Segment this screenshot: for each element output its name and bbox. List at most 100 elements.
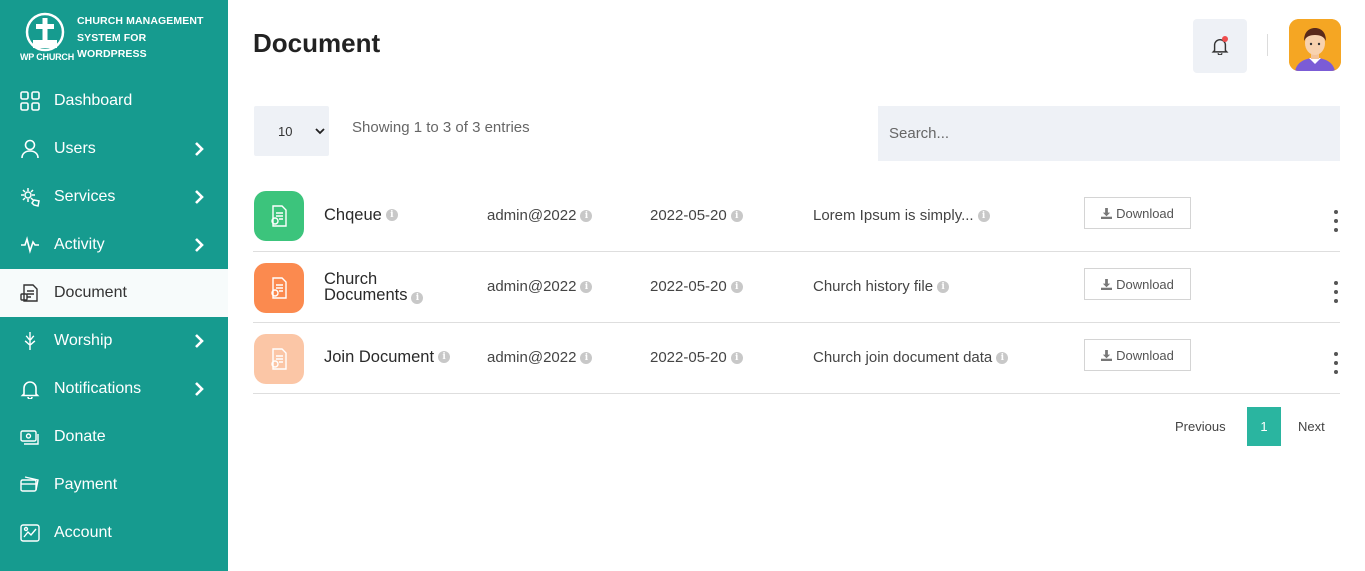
document-name: Chqeue <box>324 206 382 224</box>
document-date-cell: 2022-05-20 i <box>650 278 743 295</box>
document-date: 2022-05-20 <box>650 207 727 224</box>
notification-dot <box>1222 36 1228 42</box>
chevron-down-icon <box>315 128 325 135</box>
info-icon: i <box>411 292 424 304</box>
download-button[interactable]: Download <box>1084 197 1191 229</box>
sidebar: WP CHURCH CHURCH MANAGEMENT SYSTEM FOR W… <box>0 0 228 571</box>
document-date-cell: 2022-05-20 i <box>650 349 743 366</box>
document-date-cell: 2022-05-20 i <box>650 207 743 224</box>
pagination-page-1[interactable]: 1 <box>1247 407 1281 446</box>
document-name-cell: Join Document i <box>324 348 451 366</box>
document-user-cell: admin@2022 i <box>487 207 593 224</box>
sidebar-item-document[interactable]: Document <box>0 269 228 317</box>
info-icon: i <box>996 351 1009 364</box>
document-name: Church <box>324 270 378 288</box>
document-description-cell: Church history file i <box>813 278 950 295</box>
church-logo-icon: WP CHURCH <box>18 12 74 64</box>
document-name-cell: Church Documents i <box>324 270 424 304</box>
chevron-right-icon <box>195 334 204 348</box>
document-date: 2022-05-20 <box>650 278 727 295</box>
sidebar-item-donate[interactable]: Donate <box>0 413 228 461</box>
download-label: Download <box>1116 347 1174 363</box>
download-icon <box>1101 207 1113 219</box>
worship-icon <box>20 331 40 351</box>
sidebar-item-activity[interactable]: Activity <box>0 221 228 269</box>
document-user-cell: admin@2022 i <box>487 278 593 295</box>
payment-icon <box>20 475 40 495</box>
table-row: Chqeue i admin@2022 i 2022-05-20 i Lorem Ip… <box>253 180 1340 252</box>
documents-table: Chqeue i admin@2022 i 2022-05-20 i Lorem Ip… <box>253 180 1340 394</box>
document-name-cell: Chqeue i <box>324 207 398 223</box>
brand-title: CHURCH MANAGEMENT SYSTEM FOR WORDPRESS <box>77 15 204 60</box>
account-icon <box>20 523 40 543</box>
document-date: 2022-05-20 <box>650 349 727 366</box>
sidebar-item-users[interactable]: Users <box>0 125 228 173</box>
document-description-cell: Church join document data i <box>813 349 1009 366</box>
download-icon <box>1101 349 1113 361</box>
page-length-select[interactable]: 10 <box>254 106 329 156</box>
document-description: Lorem Ipsum is simply... <box>813 207 974 224</box>
entries-info: Showing 1 to 3 of 3 entries <box>352 119 530 136</box>
sidebar-item-label: Donate <box>54 428 106 445</box>
bell-icon <box>20 379 40 399</box>
sidebar-item-label: Activity <box>54 236 105 253</box>
info-icon: i <box>580 351 593 364</box>
app: WP CHURCH CHURCH MANAGEMENT SYSTEM FOR W… <box>0 0 1365 571</box>
header-divider <box>1267 34 1268 56</box>
document-name: Join Document <box>324 348 435 366</box>
chevron-right-icon <box>195 190 204 204</box>
document-user: admin@2022 <box>487 349 577 366</box>
chevron-right-icon <box>195 382 204 396</box>
document-user: admin@2022 <box>487 278 577 295</box>
info-icon: i <box>385 209 398 221</box>
search-input[interactable] <box>878 106 1340 161</box>
sidebar-item-payment[interactable]: Payment <box>0 461 228 509</box>
page-title: Document <box>253 28 381 58</box>
download-button[interactable]: Download <box>1084 339 1191 371</box>
sidebar-item-account[interactable]: Account <box>0 509 228 557</box>
sidebar-item-label: Notifications <box>54 380 142 397</box>
pagination-next[interactable]: Next <box>1298 407 1325 446</box>
document-name-line2: Documents <box>324 286 408 304</box>
services-icon <box>20 187 40 207</box>
download-icon <box>1101 278 1113 290</box>
info-icon: i <box>977 209 990 222</box>
info-icon: i <box>730 209 743 222</box>
sidebar-item-label: Worship <box>54 332 113 349</box>
row-menu-button[interactable] <box>1333 281 1339 303</box>
document-file-icon <box>254 334 304 384</box>
donate-icon <box>20 427 40 447</box>
download-label: Download <box>1116 205 1174 221</box>
sidebar-nav: Dashboard Users Services Activity Docume… <box>0 77 228 557</box>
document-icon <box>20 283 40 303</box>
user-avatar-icon <box>1289 19 1341 71</box>
document-file-icon <box>254 191 304 241</box>
row-menu-button[interactable] <box>1333 352 1339 374</box>
info-icon: i <box>438 351 451 363</box>
info-icon: i <box>730 351 743 364</box>
document-description-cell: Lorem Ipsum is simply... i <box>813 207 990 224</box>
avatar[interactable] <box>1289 19 1341 71</box>
info-icon: i <box>580 280 593 293</box>
dashboard-icon <box>20 91 40 111</box>
document-description: Church history file <box>813 278 934 295</box>
sidebar-item-label: Payment <box>54 476 118 493</box>
chevron-right-icon <box>195 142 204 156</box>
brand[interactable]: WP CHURCH CHURCH MANAGEMENT SYSTEM FOR W… <box>18 12 218 66</box>
row-menu-button[interactable] <box>1333 210 1339 232</box>
info-icon: i <box>937 280 950 293</box>
document-user-cell: admin@2022 i <box>487 349 593 366</box>
download-button[interactable]: Download <box>1084 268 1191 300</box>
sidebar-item-services[interactable]: Services <box>0 173 228 221</box>
activity-icon <box>20 235 40 255</box>
info-icon: i <box>730 280 743 293</box>
sidebar-item-notifications[interactable]: Notifications <box>0 365 228 413</box>
chevron-right-icon <box>195 238 204 252</box>
sidebar-item-worship[interactable]: Worship <box>0 317 228 365</box>
notifications-button[interactable] <box>1193 19 1247 73</box>
pagination-previous[interactable]: Previous <box>1175 407 1226 446</box>
document-description: Church join document data <box>813 349 993 366</box>
sidebar-item-dashboard[interactable]: Dashboard <box>0 77 228 125</box>
page-length-value: 10 <box>278 123 293 139</box>
download-label: Download <box>1116 276 1174 292</box>
